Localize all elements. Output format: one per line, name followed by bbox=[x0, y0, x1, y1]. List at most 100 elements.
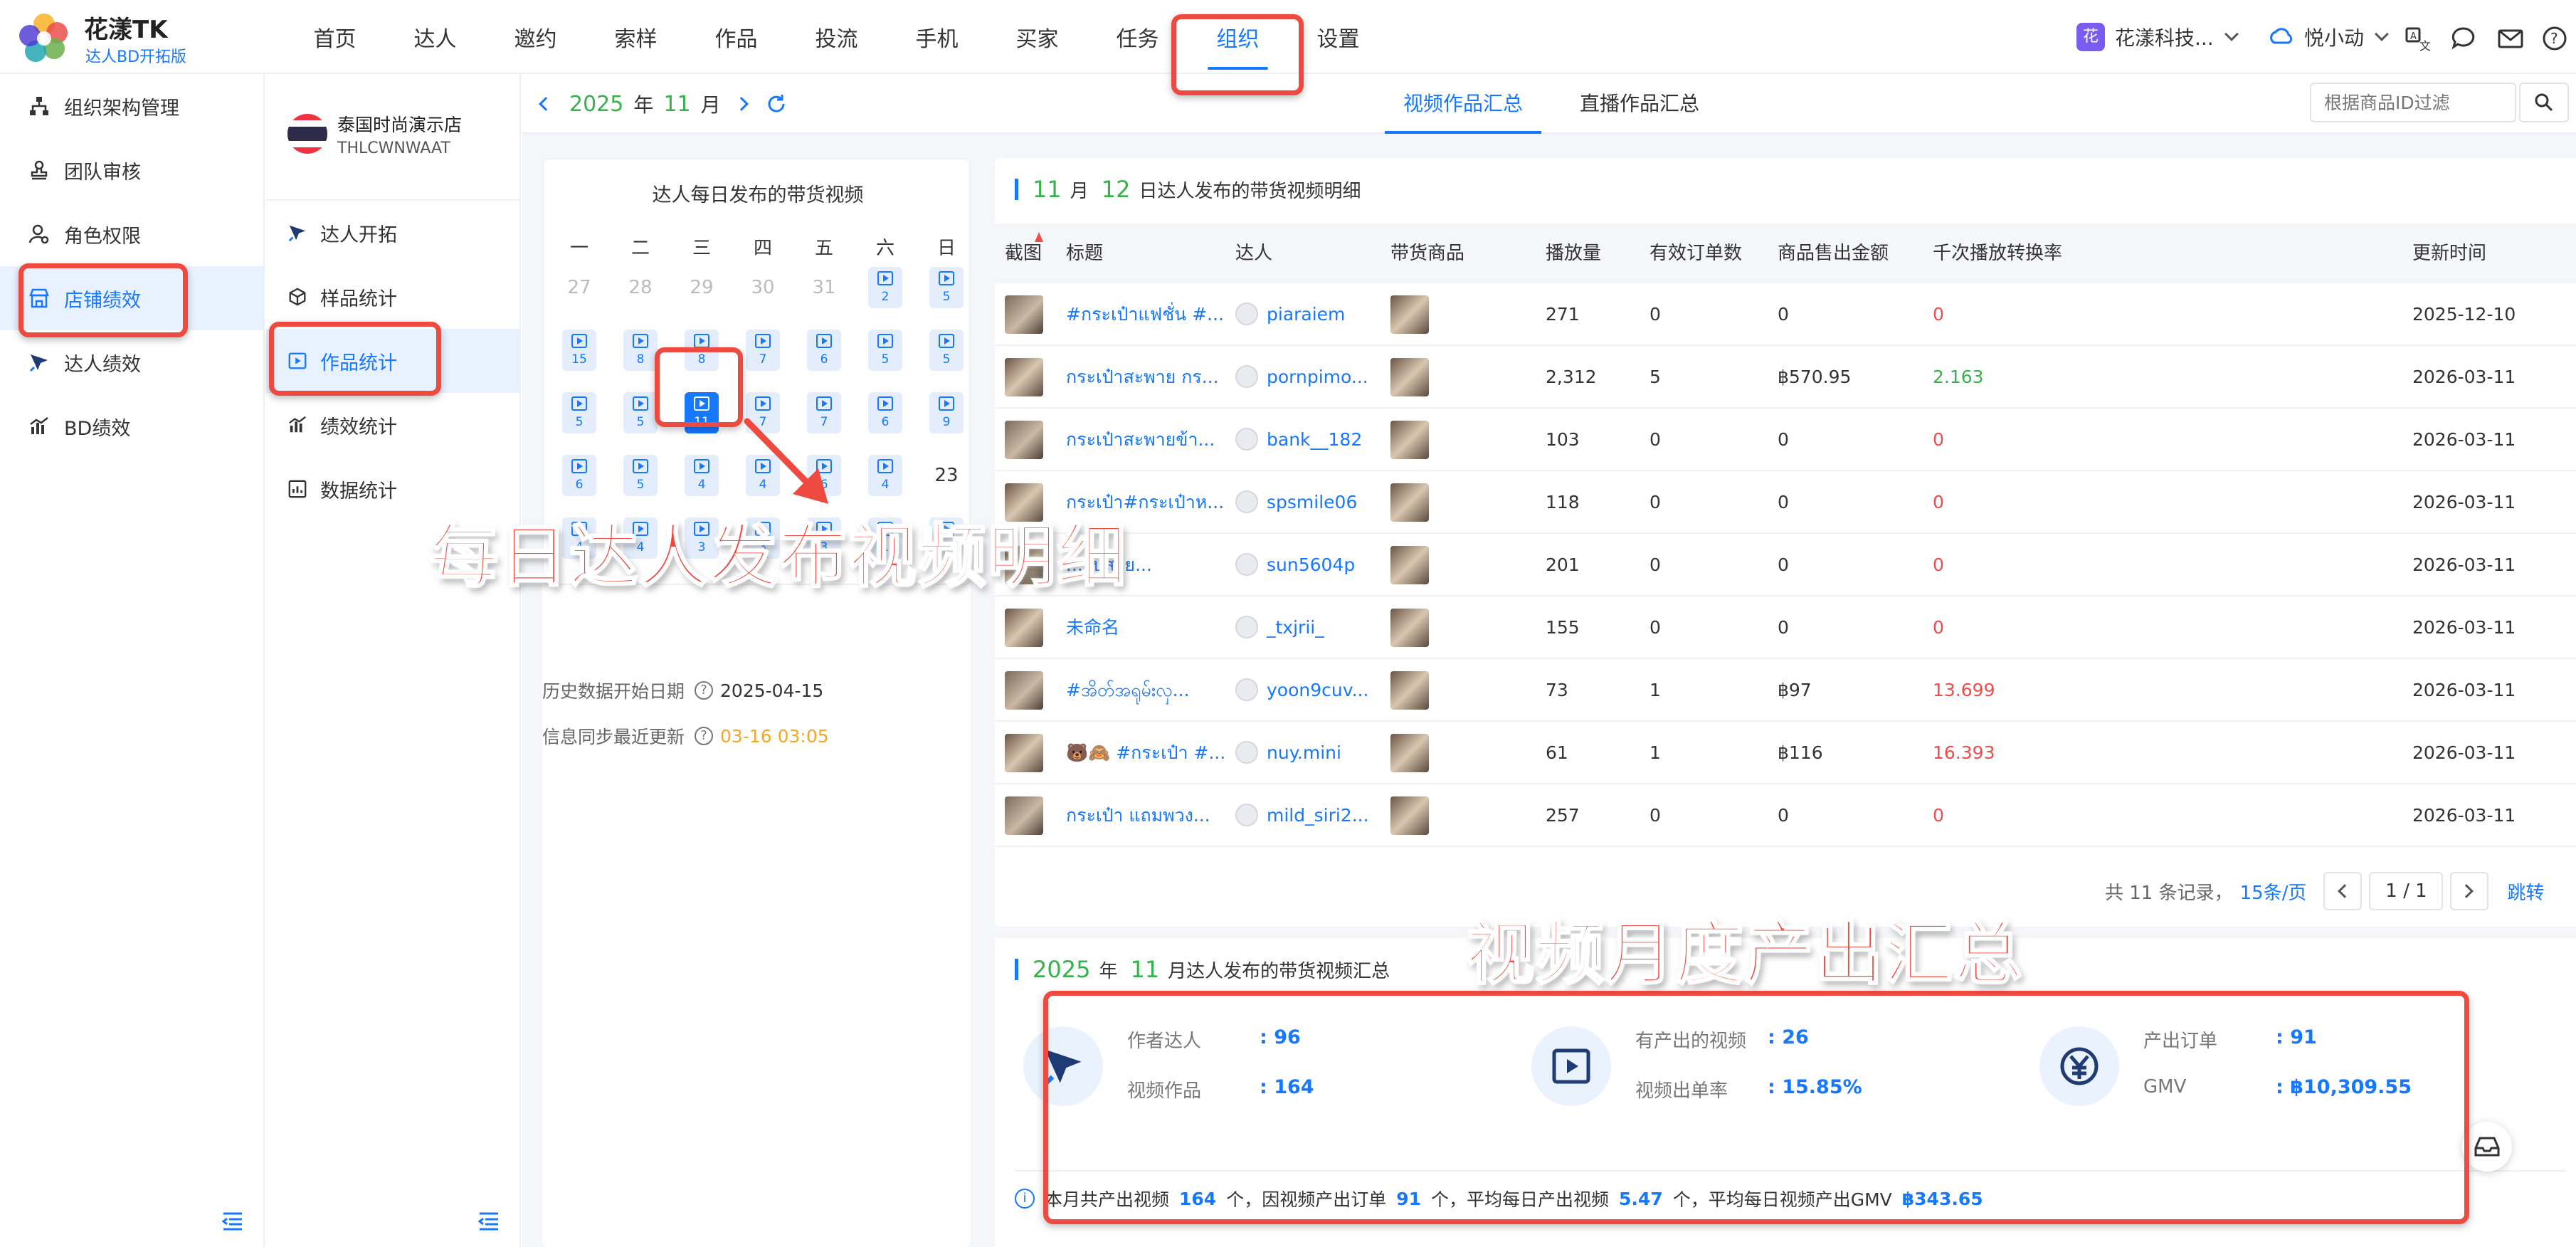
next-month-icon[interactable] bbox=[734, 97, 749, 111]
video-title-link[interactable]: กระเป๋าสะพาย กร... bbox=[1066, 346, 1228, 409]
nav-phones[interactable]: 手机 bbox=[887, 0, 987, 74]
day-video-badge[interactable]: 15 bbox=[562, 330, 596, 371]
table-row[interactable]: 未命名 _txjrii_ 155 0 0 0 2026-03-11 bbox=[995, 596, 2576, 659]
help-icon[interactable]: ? bbox=[695, 727, 714, 745]
calendar-day-cell[interactable]: 2 bbox=[857, 265, 914, 310]
user-menu[interactable]: 悦小动 bbox=[2267, 21, 2389, 53]
col-orders[interactable]: 有效订单数 bbox=[1649, 223, 1742, 283]
table-row[interactable]: กระเป๋า#กระเป๋าห... spsmile06 118 0 0 0 2026-0… bbox=[995, 471, 2576, 534]
video-thumbnail[interactable] bbox=[1005, 734, 1043, 772]
mail-icon[interactable] bbox=[2496, 24, 2525, 53]
product-thumbnail[interactable] bbox=[1390, 609, 1429, 647]
chat-icon[interactable] bbox=[2449, 24, 2478, 53]
sidebar-item-bd-performance[interactable]: BD绩效 bbox=[0, 394, 265, 458]
day-video-badge[interactable]: 5 bbox=[623, 455, 658, 496]
calendar-day-cell[interactable]: 9 bbox=[918, 390, 975, 436]
product-thumbnail[interactable] bbox=[1390, 295, 1429, 334]
product-thumbnail[interactable] bbox=[1390, 358, 1429, 396]
month-value[interactable]: 11 bbox=[663, 92, 690, 117]
day-video-badge[interactable]: 6 bbox=[868, 392, 902, 433]
calendar-day-cell[interactable]: 5 bbox=[857, 327, 914, 373]
calendar-day-cell[interactable]: 4 bbox=[857, 453, 914, 498]
col-sales[interactable]: 商品售出金额 bbox=[1778, 223, 1889, 283]
product-thumbnail[interactable] bbox=[1390, 734, 1429, 772]
video-title-link[interactable]: กระเป๋า แถมพวง... bbox=[1066, 784, 1228, 847]
subnav-performance-stats[interactable]: 绩效统计 bbox=[266, 393, 521, 457]
prev-page-button[interactable] bbox=[2323, 872, 2363, 910]
day-video-badge[interactable]: 5 bbox=[562, 392, 596, 433]
sidebar-item-creator-performance[interactable]: 达人绩效 bbox=[0, 330, 265, 394]
sidebar-item-role-permissions[interactable]: 角色权限 bbox=[0, 202, 265, 266]
pager-page-size[interactable]: 15条/页 bbox=[2240, 878, 2307, 905]
nav-ads[interactable]: 投流 bbox=[786, 0, 887, 74]
product-id-filter-input[interactable] bbox=[2310, 83, 2516, 122]
day-video-badge[interactable]: 9 bbox=[929, 392, 964, 433]
tab-live-summary[interactable]: 直播作品汇总 bbox=[1561, 74, 1718, 134]
nav-creators[interactable]: 达人 bbox=[385, 0, 485, 74]
table-row[interactable]: กระเป๋าสะพายข้า... bank__182 103 0 0 0 2026-03… bbox=[995, 409, 2576, 471]
video-thumbnail[interactable] bbox=[1005, 358, 1043, 396]
table-row[interactable]: กระเป๋าสะพาย กร... pornpimo... 2,312 5 ฿570.… bbox=[995, 346, 2576, 409]
calendar-day-cell[interactable]: 7 bbox=[734, 327, 791, 373]
product-thumbnail[interactable] bbox=[1390, 546, 1429, 584]
subnav-sample-stats[interactable]: 样品统计 bbox=[266, 265, 521, 329]
calendar-day-cell[interactable]: 15 bbox=[551, 327, 608, 373]
creator-link[interactable]: yoon9cuv... bbox=[1235, 659, 1378, 722]
product-thumbnail[interactable] bbox=[1390, 421, 1429, 459]
sort-asc-icon[interactable] bbox=[1035, 232, 1043, 242]
video-title-link[interactable]: #กระเป๋าแฟชั่น #... bbox=[1066, 283, 1228, 346]
inbox-float-button[interactable] bbox=[2462, 1122, 2512, 1172]
nav-buyers[interactable]: 买家 bbox=[987, 0, 1087, 74]
calendar-day-cell[interactable]: 5 bbox=[612, 453, 669, 498]
product-thumbnail[interactable] bbox=[1390, 671, 1429, 710]
table-row[interactable]: #အိတ်အရုမ်းလှ... yoon9cuv... 73 1 ฿97 13.699 2… bbox=[995, 659, 2576, 722]
jump-link[interactable]: 跳转 bbox=[2507, 878, 2544, 905]
creator-link[interactable]: nuy.mini bbox=[1235, 722, 1378, 784]
col-creator[interactable]: 达人 bbox=[1235, 223, 1272, 283]
product-thumbnail[interactable] bbox=[1390, 796, 1429, 835]
next-page-button[interactable] bbox=[2450, 872, 2489, 910]
search-button[interactable] bbox=[2519, 83, 2569, 122]
day-video-badge[interactable]: 8 bbox=[623, 330, 658, 371]
nav-invite[interactable]: 邀约 bbox=[485, 0, 586, 74]
table-row[interactable]: ...รับสาย... sun5604p 201 0 0 0 2026-03-11 bbox=[995, 534, 2576, 596]
video-title-link[interactable]: กระเป๋าสะพายข้า... bbox=[1066, 409, 1228, 471]
tab-video-summary[interactable]: 视频作品汇总 bbox=[1385, 74, 1542, 134]
video-thumbnail[interactable] bbox=[1005, 295, 1043, 334]
creator-link[interactable]: piaraiem bbox=[1235, 283, 1378, 346]
creator-link[interactable]: _txjrii_ bbox=[1235, 596, 1378, 659]
calendar-day-cell[interactable]: 6 bbox=[857, 390, 914, 436]
page-indicator[interactable]: 1 / 1 bbox=[2369, 872, 2444, 910]
sidebar-item-team-review[interactable]: 团队审核 bbox=[0, 138, 265, 202]
nav-samples[interactable]: 索样 bbox=[586, 0, 686, 74]
col-views[interactable]: 播放量 bbox=[1546, 223, 1601, 283]
video-title-link[interactable]: 未命名 bbox=[1066, 596, 1228, 659]
video-title-link[interactable]: #အိတ်အရုမ်းလှ... bbox=[1066, 659, 1228, 722]
calendar-day-cell[interactable]: 6 bbox=[796, 327, 852, 373]
sidebar-item-org-structure[interactable]: 组织架构管理 bbox=[0, 74, 265, 138]
calendar-day-cell[interactable]: 5 bbox=[918, 327, 975, 373]
creator-link[interactable]: sun5604p bbox=[1235, 534, 1378, 596]
day-video-badge[interactable]: 5 bbox=[929, 267, 964, 308]
year-value[interactable]: 2025 bbox=[569, 92, 623, 117]
day-video-badge[interactable]: 5 bbox=[868, 330, 902, 371]
translate-icon[interactable]: A 文 bbox=[2404, 24, 2432, 53]
nav-home[interactable]: 首页 bbox=[285, 0, 385, 74]
col-title[interactable]: 标题 bbox=[1066, 223, 1103, 283]
creator-link[interactable]: spsmile06 bbox=[1235, 471, 1378, 534]
video-thumbnail[interactable] bbox=[1005, 609, 1043, 647]
col-conversion[interactable]: 千次播放转换率 bbox=[1933, 223, 2062, 283]
day-video-badge[interactable]: 2 bbox=[868, 267, 902, 308]
product-thumbnail[interactable] bbox=[1390, 483, 1429, 522]
col-updated[interactable]: 更新时间 bbox=[2412, 223, 2486, 283]
calendar-day-cell[interactable]: 5 bbox=[918, 265, 975, 310]
calendar-day-cell[interactable]: 6 bbox=[551, 453, 608, 498]
day-video-badge[interactable]: 6 bbox=[562, 455, 596, 496]
video-thumbnail[interactable] bbox=[1005, 421, 1043, 459]
video-title-link[interactable]: 🐻🙈 #กระเป๋า #... bbox=[1066, 722, 1228, 784]
creator-link[interactable]: bank__182 bbox=[1235, 409, 1378, 471]
table-row[interactable]: กระเป๋า แถมพวง... mild_siri2... 257 0 0 0 2026… bbox=[995, 784, 2576, 847]
calendar-day-cell[interactable]: 4 bbox=[673, 453, 730, 498]
refresh-icon[interactable] bbox=[765, 93, 788, 115]
day-video-badge[interactable]: 5 bbox=[929, 330, 964, 371]
